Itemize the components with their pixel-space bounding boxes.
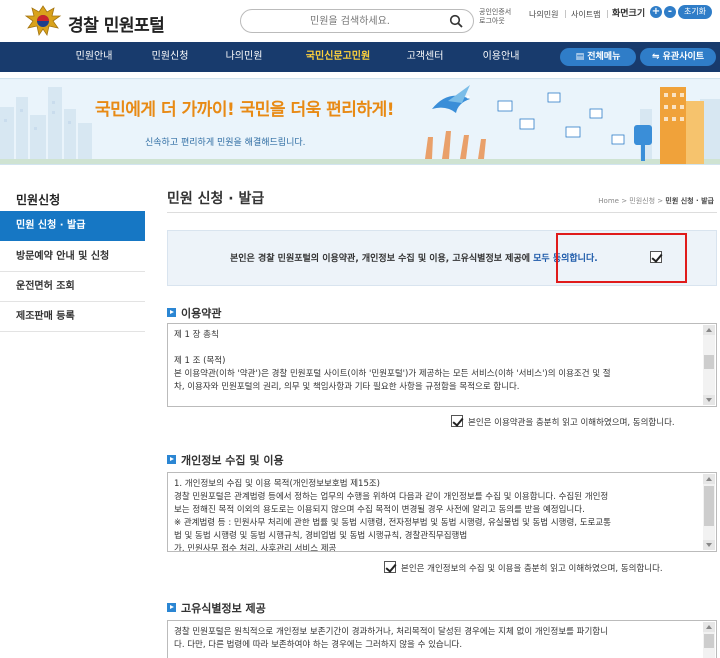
site-title[interactable]: 경찰 민원포털 bbox=[68, 11, 165, 36]
main-nav: 민원안내 민원신청 나의민원 국민신문고민원 고객센터 이용안내 ▤ 전체메뉴 … bbox=[0, 42, 720, 72]
page-root: 경찰 민원포털 공인인증서 로그아웃 나의민원 | 사이트맵 | 화면크기 + … bbox=[0, 0, 720, 658]
arrow-bullet-icon bbox=[167, 308, 176, 317]
text-line: 법 및 동법 시행령 및 동법 시행규칙, 경비업법 및 동법 시행규칙, 경찰… bbox=[174, 531, 468, 541]
privacy-content: 1. 개인정보의 수집 및 이용 목적(개인정보보호법 제15조) 경찰 민원포… bbox=[174, 478, 698, 552]
text-line: 경찰 민원포털은 원칙적으로 개인정보 보존기간이 경과하거나, 처리목적이 달… bbox=[174, 627, 608, 637]
all-menu-label: 전체메뉴 bbox=[587, 52, 621, 62]
unique-id-textbox[interactable]: 경찰 민원포털은 원칙적으로 개인정보 보존기간이 경과하거나, 처리목적이 달… bbox=[167, 620, 717, 658]
text-line: 보는 정해진 목적 이외의 용도로는 이용되지 않으며 수집 목적이 변경될 경… bbox=[174, 505, 585, 515]
breadcrumb-home[interactable]: Home bbox=[598, 197, 619, 205]
breadcrumb-current: 민원 신청 · 발급 bbox=[665, 197, 714, 205]
title-divider bbox=[167, 212, 717, 213]
sitemap-link[interactable]: 사이트맵 bbox=[571, 9, 600, 20]
terms-textbox[interactable]: 제 1 장 총칙 제 1 조 (목적) 본 이용약관(이하 '약관')은 경찰 … bbox=[167, 323, 717, 407]
unique-id-section-heading: 고유식별정보 제공 bbox=[167, 600, 266, 616]
font-decrease-button[interactable]: - bbox=[664, 6, 676, 18]
arrow-bullet-icon bbox=[167, 603, 176, 612]
search-icon[interactable] bbox=[449, 14, 463, 28]
font-increase-button[interactable]: + bbox=[650, 6, 662, 18]
banner-title: 국민에게 더 가까이! 국민을 더욱 편리하게! bbox=[95, 100, 394, 120]
nav-item-customer[interactable]: 고객센터 bbox=[390, 42, 460, 72]
terms-content: 제 1 장 총칙 제 1 조 (목적) 본 이용약관(이하 '약관')은 경찰 … bbox=[174, 329, 698, 394]
menu-icon: ▤ bbox=[575, 52, 588, 62]
privacy-section-title: 개인정보 수집 및 이용 bbox=[181, 454, 284, 467]
cert-logout-link[interactable]: 공인인증서 로그아웃 bbox=[479, 8, 519, 26]
font-reset-button[interactable]: 초기화 bbox=[678, 5, 712, 19]
sidebar-item-manufacture-registration[interactable]: 제조판매 등록 bbox=[0, 302, 145, 332]
privacy-scrollbar[interactable] bbox=[703, 474, 715, 550]
header: 경찰 민원포털 공인인증서 로그아웃 나의민원 | 사이트맵 | 화면크기 + … bbox=[0, 0, 720, 42]
scroll-down-icon[interactable] bbox=[703, 395, 715, 405]
font-size-label: 화면크기 bbox=[612, 9, 646, 19]
search-input[interactable] bbox=[255, 13, 445, 29]
terms-section-heading: 이용약관 bbox=[167, 305, 221, 321]
nav-item-guide[interactable]: 민원안내 bbox=[58, 42, 130, 72]
hero-banner: 국민에게 더 가까이! 국민을 더욱 편리하게! 신속하고 편리하게 민원을 해… bbox=[0, 78, 720, 165]
sidebar-item-license-lookup[interactable]: 운전면허 조회 bbox=[0, 272, 145, 302]
link-icon: ⇋ bbox=[651, 52, 663, 62]
page-title: 민원 신청 · 발급 bbox=[167, 191, 265, 207]
privacy-consent-label[interactable]: 본인은 개인정보의 수집 및 이용을 충분히 읽고 이해하였으며, 동의합니다. bbox=[401, 562, 663, 574]
terms-scrollbar[interactable] bbox=[703, 325, 715, 405]
terms-section-title: 이용약관 bbox=[181, 307, 222, 320]
text-line: 경찰 민원포털은 관계법령 등에서 정하는 업무의 수행을 위하여 다음과 같이… bbox=[174, 492, 609, 502]
text-line: ※ 관계법령 등 : 민원사무 처리에 관한 법률 및 동법 시행령, 전자정부… bbox=[174, 518, 611, 528]
terms-checkbox[interactable] bbox=[451, 415, 463, 427]
unique-id-content: 경찰 민원포털은 원칙적으로 개인정보 보존기간이 경과하거나, 처리목적이 달… bbox=[174, 626, 698, 652]
text-line: 가. 민원사무 접수 처리, 사후관리 서비스 제공 bbox=[174, 544, 337, 552]
terms-consent-label[interactable]: 본인은 이용약관을 충분히 읽고 이해하였으며, 동의합니다. bbox=[468, 416, 675, 428]
scroll-down-icon[interactable] bbox=[703, 540, 715, 550]
scroll-up-icon[interactable] bbox=[703, 325, 715, 335]
sidebar-item-apply-issue[interactable]: 민원 신청 · 발급 bbox=[0, 211, 145, 241]
nav-item-my[interactable]: 나의민원 bbox=[208, 42, 280, 72]
divider: | bbox=[564, 9, 567, 18]
related-sites-label: 유관사이트 bbox=[662, 52, 705, 62]
breadcrumb: Home > 민원신청 > 민원 신청 · 발급 bbox=[598, 196, 714, 206]
text-line: 제 1 장 총칙 bbox=[174, 330, 219, 340]
my-complaints-link[interactable]: 나의민원 bbox=[529, 9, 558, 20]
city-illustration bbox=[0, 85, 720, 164]
text-line: 다. 다만, 다른 법령에 따라 보존하여야 하는 경우에는 그러하지 않을 수… bbox=[174, 640, 463, 650]
divider: | bbox=[606, 9, 609, 18]
sidebar-heading: 민원신청 bbox=[16, 193, 61, 207]
all-menu-button[interactable]: ▤ 전체메뉴 bbox=[560, 48, 636, 66]
police-emblem-icon[interactable] bbox=[22, 4, 64, 38]
search-box bbox=[240, 9, 474, 33]
text-line: 차, 이용자와 민원포털의 권리, 의무 및 책임사항과 기타 필요한 사항을 … bbox=[174, 382, 520, 392]
highlight-annotation bbox=[556, 233, 687, 283]
agree-all-statement: 본인은 경찰 민원포털의 이용약관, 개인정보 수집 및 이용, 고유식별정보 … bbox=[230, 254, 530, 264]
scroll-thumb[interactable] bbox=[704, 634, 714, 648]
scroll-up-icon[interactable] bbox=[703, 622, 715, 632]
scroll-thumb[interactable] bbox=[704, 486, 714, 526]
text-line: 1. 개인정보의 수집 및 이용 목적(개인정보보호법 제15조) bbox=[174, 479, 380, 489]
text-line: 본 이용약관(이하 '약관')은 경찰 민원포털 사이트(이하 '민원포털')가… bbox=[174, 369, 611, 379]
privacy-checkbox[interactable] bbox=[384, 561, 396, 573]
nav-item-epeople[interactable]: 국민신문고민원 bbox=[288, 42, 388, 72]
agree-all-text: 본인은 경찰 민원포털의 이용약관, 개인정보 수집 및 이용, 고유식별정보 … bbox=[230, 251, 598, 264]
nav-item-usage[interactable]: 이용안내 bbox=[462, 42, 540, 72]
text-line: 제 1 조 (목적) bbox=[174, 356, 226, 366]
scroll-thumb[interactable] bbox=[704, 355, 714, 369]
related-sites-button[interactable]: ⇋ 유관사이트 bbox=[640, 48, 716, 66]
privacy-textbox[interactable]: 1. 개인정보의 수집 및 이용 목적(개인정보보호법 제15조) 경찰 민원포… bbox=[167, 472, 717, 552]
sidebar-item-visit-reservation[interactable]: 방문예약 안내 및 신청 bbox=[0, 242, 145, 272]
banner-subtitle: 신속하고 편리하게 민원을 해결해드립니다. bbox=[145, 138, 306, 148]
arrow-bullet-icon bbox=[167, 455, 176, 464]
nav-item-apply[interactable]: 민원신청 bbox=[134, 42, 206, 72]
privacy-section-heading: 개인정보 수집 및 이용 bbox=[167, 452, 284, 468]
scroll-up-icon[interactable] bbox=[703, 474, 715, 484]
unique-id-section-title: 고유식별정보 제공 bbox=[181, 602, 266, 615]
unique-id-scrollbar[interactable] bbox=[703, 622, 715, 658]
breadcrumb-parent[interactable]: 민원신청 bbox=[629, 197, 655, 205]
